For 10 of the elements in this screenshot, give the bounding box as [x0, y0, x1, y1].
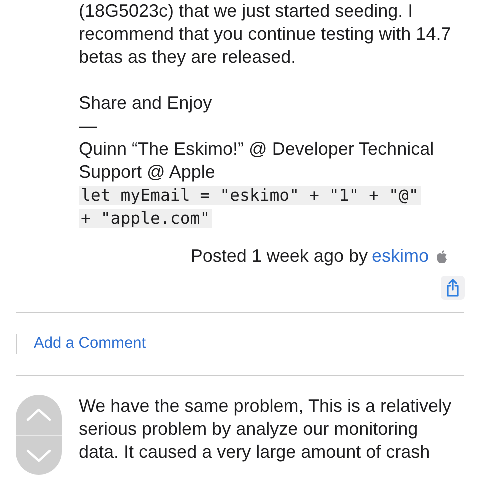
chevron-down-icon: [26, 448, 52, 462]
share-button[interactable]: [441, 276, 465, 300]
author-link[interactable]: eskimo: [372, 245, 429, 268]
paragraph: (18G5023c) that we just started seeding. I recommend that you continue testing with 14.7 betas as they are released.: [78, 0, 452, 69]
add-comment-link[interactable]: Add a Comment: [16, 334, 146, 354]
apple-icon: [436, 250, 448, 264]
reply-text: We have the same problem, This is a relatively serious problem by analyze our monitoring data. It caused a very large amount of crash: [78, 395, 452, 464]
chevron-up-icon: [26, 408, 52, 422]
paragraph: Share and Enjoy — Quinn “The Eskimo!” @ Developer Technical Support @ Apple: [78, 92, 436, 184]
posted-label: Posted 1 week ago by: [190, 245, 368, 268]
